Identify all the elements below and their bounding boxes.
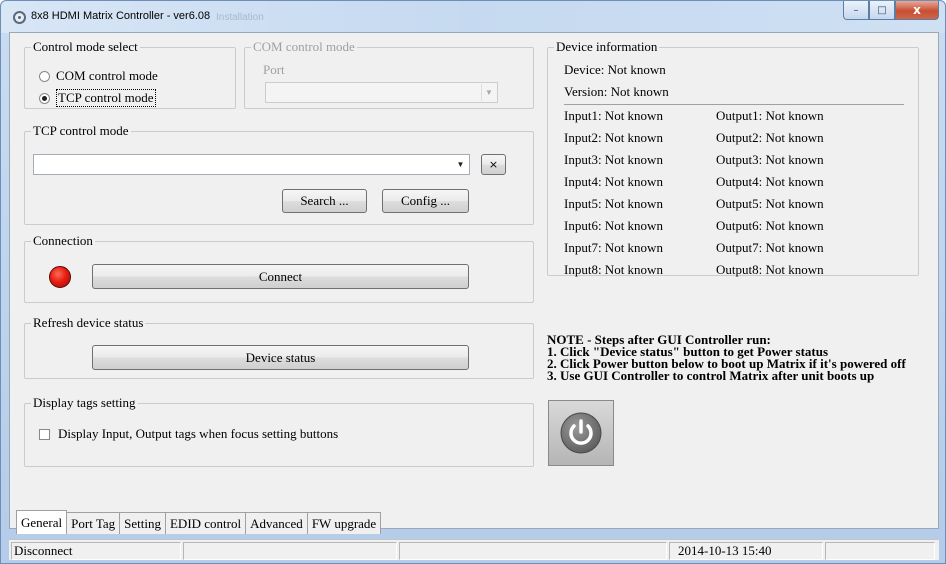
display-tags-group: Display tags setting Display Input, Outp… [24, 395, 534, 467]
connect-button-label: Connect [258, 268, 303, 284]
background-window-title: Installation [216, 12, 264, 23]
input-3: Input3: Not known [564, 152, 663, 167]
tab-setting[interactable]: Setting [119, 512, 166, 534]
tab-setting-label: Setting [124, 515, 161, 531]
device-info-group: Device information Device: Not known Ver… [547, 39, 919, 277]
output-2: Output2: Not known [716, 130, 824, 145]
app-window: 8x8 HDMI Matrix Controller - ver6.08 Ins… [0, 0, 946, 564]
radio-com-mode[interactable]: COM control mode [39, 68, 158, 84]
control-mode-group: Control mode select COM control mode TCP… [24, 39, 236, 109]
title-bar[interactable]: 8x8 HDMI Matrix Controller - ver6.08 Ins… [1, 1, 945, 33]
tab-edid-control-label: EDID control [169, 515, 242, 531]
minimize-icon: – [853, 4, 859, 16]
input-2: Input2: Not known [564, 130, 663, 145]
chevron-down-icon[interactable]: ▼ [453, 156, 468, 173]
radio-tcp-indicator[interactable] [39, 92, 50, 104]
status-datetime: 2014-10-13 15:40 [669, 542, 823, 560]
info-divider [564, 104, 904, 105]
radio-tcp-label: TCP control mode [56, 89, 156, 107]
radio-com-label: COM control mode [56, 68, 158, 83]
tab-general-label: General [21, 514, 63, 530]
tcp-mode-title: TCP control mode [31, 123, 131, 139]
input-6: Input6: Not known [564, 218, 663, 233]
display-tags-label: Display Input, Output tags when focus se… [58, 426, 339, 441]
config-button[interactable]: Config ... [382, 189, 469, 213]
tab-advanced[interactable]: Advanced [245, 512, 308, 534]
input-7: Input7: Not known [564, 240, 663, 255]
clear-icon: × [488, 158, 499, 171]
config-button-label: Config ... [400, 193, 451, 208]
output-5: Output5: Not known [716, 196, 824, 211]
minimize-button[interactable]: – [843, 1, 869, 20]
tab-general[interactable]: General [16, 510, 68, 534]
output-6: Output6: Not known [716, 218, 824, 233]
control-mode-title: Control mode select [31, 39, 140, 55]
device-status-button-label: Device status [245, 349, 316, 365]
output-7: Output7: Not known [716, 240, 824, 255]
device-version: Version: Not known [564, 84, 669, 99]
clear-address-button[interactable]: × [481, 154, 506, 175]
tcp-address-combo[interactable]: ▼ [33, 154, 470, 175]
input-1: Input1: Not known [564, 108, 663, 123]
device-name: Device: Not known [564, 62, 666, 77]
refresh-group: Refresh device status Device status [24, 315, 534, 379]
tab-advanced-label: Advanced [250, 515, 303, 531]
tcp-mode-group: TCP control mode ▼ × Search ... Config .… [24, 123, 534, 225]
output-4: Output4: Not known [716, 174, 824, 189]
port-select[interactable]: ▼ [265, 82, 498, 103]
chevron-down-icon[interactable]: ▼ [481, 84, 496, 101]
client-area: Control mode select COM control mode TCP… [9, 32, 939, 534]
tab-edid-control[interactable]: EDID control [164, 512, 247, 534]
com-mode-group: COM control mode Port ▼ [244, 39, 534, 109]
display-tags-checkbox[interactable] [39, 428, 50, 440]
search-button-label: Search ... [300, 193, 349, 208]
tab-strip: General Port Tag Setting EDID control Ad… [16, 510, 382, 534]
output-3: Output3: Not known [716, 152, 824, 167]
search-button[interactable]: Search ... [282, 189, 367, 213]
status-panel-3 [399, 542, 667, 560]
port-label: Port [263, 62, 285, 77]
close-icon: x [913, 3, 921, 17]
note-line-4: 3. Use GUI Controller to control Matrix … [547, 368, 875, 383]
app-icon [13, 11, 26, 24]
tab-port-tag[interactable]: Port Tag [66, 512, 121, 534]
tab-fw-upgrade[interactable]: FW upgrade [306, 512, 382, 534]
tab-port-tag-label: Port Tag [71, 515, 116, 531]
display-tags-title: Display tags setting [31, 395, 138, 411]
input-8: Input8: Not known [564, 262, 663, 277]
power-button[interactable] [548, 400, 614, 466]
status-bar: Disconnect 2014-10-13 15:40 [9, 539, 939, 560]
radio-com-indicator[interactable] [39, 70, 50, 82]
connection-status-text: Disconnect [11, 542, 181, 560]
status-panel-2 [183, 542, 397, 560]
radio-tcp-mode[interactable]: TCP control mode [39, 89, 156, 107]
connection-group: Connection Connect [24, 233, 534, 303]
maximize-button[interactable]: □ [869, 1, 895, 20]
connect-button[interactable]: Connect [92, 264, 469, 289]
com-mode-title: COM control mode [251, 39, 357, 55]
connection-title: Connection [31, 233, 95, 249]
device-info-title: Device information [554, 39, 660, 55]
window-title: 8x8 HDMI Matrix Controller - ver6.08 [31, 10, 211, 22]
display-tags-checkbox-row[interactable]: Display Input, Output tags when focus se… [39, 426, 338, 442]
output-8: Output8: Not known [716, 262, 824, 277]
maximize-icon: □ [877, 4, 887, 16]
input-5: Input5: Not known [564, 196, 663, 211]
refresh-title: Refresh device status [31, 315, 146, 331]
power-icon [560, 412, 602, 454]
output-1: Output1: Not known [716, 108, 824, 123]
connection-status-led [49, 266, 71, 288]
tab-fw-upgrade-label: FW upgrade [311, 515, 377, 531]
input-4: Input4: Not known [564, 174, 663, 189]
close-button[interactable]: x [895, 1, 939, 20]
status-panel-5 [825, 542, 935, 560]
device-status-button[interactable]: Device status [92, 345, 469, 370]
